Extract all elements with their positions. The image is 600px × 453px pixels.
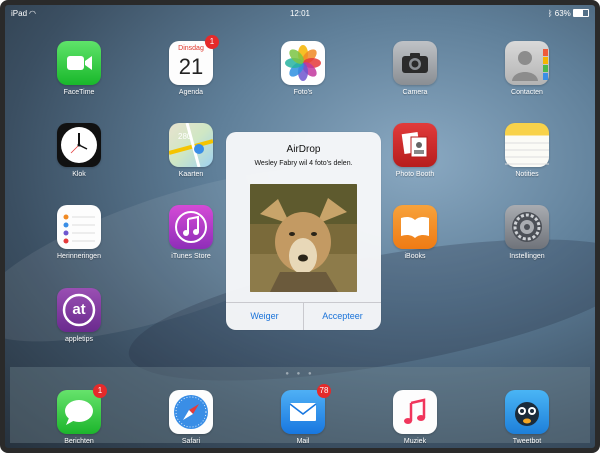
tweetbot-icon: [505, 390, 549, 434]
ipad-screen: iPad ◠ 12:01 ᛒ 63% FaceTime Dinsdag 21 1…: [0, 0, 600, 453]
app-label: Muziek: [403, 438, 427, 445]
app-label: Berichten: [64, 438, 94, 445]
app-label: FaceTime: [63, 89, 95, 96]
app-camera[interactable]: Camera: [375, 41, 455, 96]
maps-icon: 280: [168, 122, 214, 168]
app-fotos[interactable]: Foto's: [263, 41, 343, 96]
app-label: appletips: [64, 336, 94, 343]
app-label: Tweetbot: [512, 438, 542, 445]
app-instellingen[interactable]: Instellingen: [487, 205, 567, 260]
status-bar: iPad ◠ 12:01 ᛒ 63%: [5, 5, 595, 23]
notification-badge: 1: [205, 35, 219, 49]
dock-muziek[interactable]: Muziek: [375, 390, 455, 445]
battery-status: ᛒ 63%: [548, 9, 589, 18]
airdrop-dialog: AirDrop Wesley Fabry wil 4 foto's delen.…: [226, 132, 381, 330]
appletips-glyph: at: [72, 301, 86, 318]
appletips-icon: at: [57, 288, 101, 332]
app-label: Instellingen: [509, 253, 545, 260]
app-label: Kaarten: [178, 171, 204, 178]
camera-icon: [393, 41, 437, 85]
clock-time: 12:01: [289, 9, 311, 18]
photos-icon: [281, 41, 325, 85]
app-label: Notities: [515, 171, 539, 178]
app-label: Photo Booth: [395, 171, 435, 178]
app-notities[interactable]: Notities: [487, 123, 567, 178]
app-label: Safari: [181, 438, 201, 445]
app-photo-booth[interactable]: Photo Booth: [375, 123, 455, 178]
battery-icon: [573, 9, 589, 17]
music-icon: [393, 390, 437, 434]
app-contacten[interactable]: Contacten: [487, 41, 567, 96]
shared-photo-preview: [250, 184, 357, 292]
safari-icon: [169, 390, 213, 434]
app-facetime[interactable]: FaceTime: [39, 41, 119, 96]
dialog-message: Wesley Fabry wil 4 foto's delen.: [254, 160, 353, 167]
app-label: Herinneringen: [57, 253, 101, 260]
app-label: Klok: [72, 171, 86, 178]
app-label: Camera: [402, 89, 428, 96]
notes-icon: [505, 123, 549, 167]
dock-safari[interactable]: Safari: [151, 390, 231, 445]
reminders-icon: [57, 205, 101, 249]
settings-icon: [505, 205, 549, 249]
app-label: iTunes Store: [171, 253, 211, 260]
app-label: iBooks: [404, 253, 426, 260]
battery-percent: 63%: [554, 9, 571, 18]
ibooks-icon: [393, 205, 437, 249]
clock-icon: [57, 123, 101, 167]
accept-button[interactable]: Accepteer: [304, 303, 381, 330]
app-klok[interactable]: Klok: [39, 123, 119, 178]
messages-icon: 1: [57, 384, 107, 434]
calendar-day: 21: [178, 54, 204, 79]
facetime-icon: [57, 41, 101, 85]
app-label: Mail: [296, 438, 310, 445]
app-herinneringen[interactable]: Herinneringen: [39, 205, 119, 260]
app-label: Contacten: [511, 89, 543, 96]
notification-badge: 1: [93, 384, 107, 398]
contacts-icon: [505, 41, 549, 85]
dock-berichten[interactable]: 1 Berichten: [39, 384, 119, 445]
app-appletips[interactable]: at appletips: [39, 288, 119, 343]
dialog-actions: Weiger Accepteer: [226, 302, 381, 330]
app-label: Foto's: [293, 89, 313, 96]
notification-badge: 78: [317, 384, 331, 398]
app-ibooks[interactable]: iBooks: [375, 205, 455, 260]
dock-mail[interactable]: 78 Mail: [263, 384, 343, 445]
app-label: Agenda: [178, 89, 204, 96]
dock-tweetbot[interactable]: Tweetbot: [487, 390, 567, 445]
app-itunes-store[interactable]: iTunes Store: [151, 205, 231, 260]
calendar-icon: Dinsdag 21 1: [169, 35, 219, 85]
decline-button[interactable]: Weiger: [226, 303, 304, 330]
mail-icon: 78: [281, 384, 331, 434]
app-kaarten[interactable]: 280 Kaarten: [151, 122, 231, 178]
itunes-store-icon: [169, 205, 213, 249]
dialog-title: AirDrop: [286, 144, 321, 155]
app-agenda[interactable]: Dinsdag 21 1 Agenda: [151, 35, 231, 96]
photo-booth-icon: [393, 123, 437, 167]
bluetooth-icon: ᛒ: [547, 9, 555, 18]
svg-text:280: 280: [178, 132, 192, 141]
